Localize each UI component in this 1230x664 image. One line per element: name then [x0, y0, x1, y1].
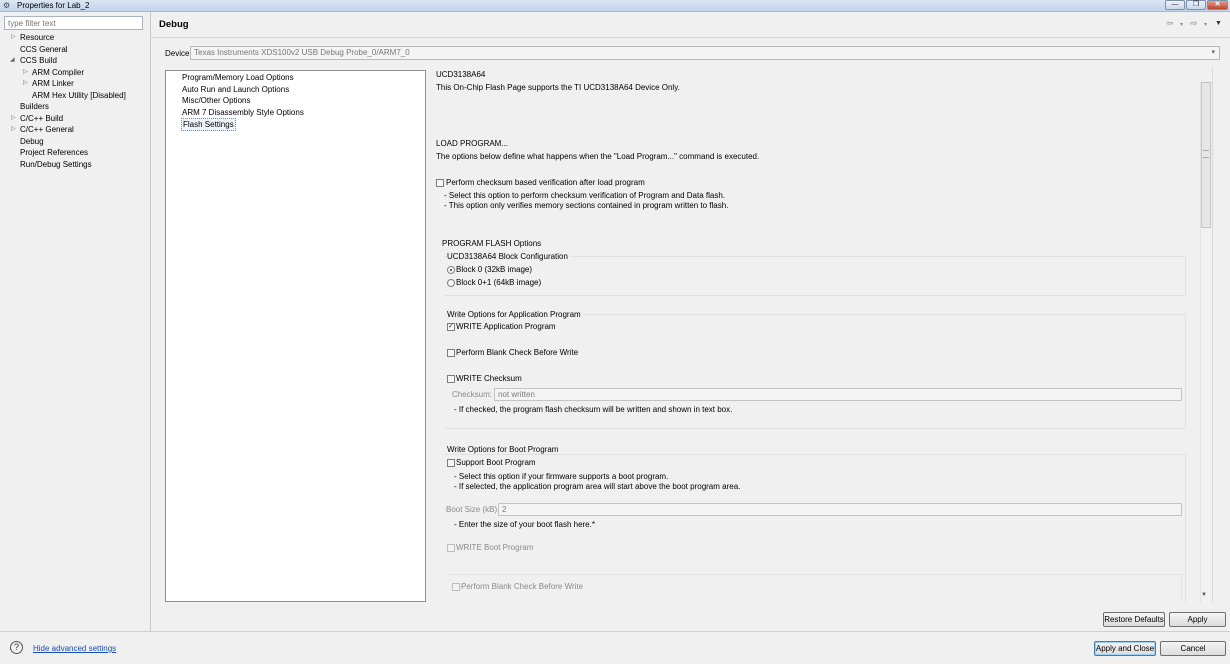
footer-separator [0, 631, 1230, 632]
category-misc-other[interactable]: Misc/Other Options [181, 95, 251, 106]
tree-item-arm-compiler[interactable]: ARM Compiler [32, 67, 84, 78]
apply-and-close-button[interactable]: Apply and Close [1094, 641, 1156, 656]
tree-item-arm-hex-utility[interactable]: ARM Hex Utility [Disabled] [32, 90, 126, 101]
apply-button[interactable]: Apply [1169, 612, 1226, 627]
tree-item-cpp-general[interactable]: C/C++ General [20, 124, 74, 135]
back-dropdown-icon[interactable]: ▾ [1180, 20, 1183, 30]
debug-category-list: Program/Memory Load Options Auto Run and… [165, 70, 426, 602]
write-boot-label: WRITE Boot Program [456, 543, 534, 552]
blank-check-boot-label: Perform Blank Check Before Write [461, 582, 584, 591]
expand-arrow-icon[interactable]: ▷ [23, 67, 28, 78]
block0-radio[interactable] [447, 266, 455, 274]
support-boot-label: Support Boot Program [456, 458, 536, 467]
support-boot-note: - If selected, the application program a… [454, 482, 741, 491]
flash-settings-panel: UCD3138A64 This On-Chip Flash Page suppo… [430, 68, 1212, 603]
category-arm7-disassembly[interactable]: ARM 7 Disassembly Style Options [181, 107, 305, 118]
blank-check-app-checkbox[interactable] [447, 349, 455, 357]
category-flash-settings[interactable]: Flash Settings [181, 118, 236, 131]
minimize-button[interactable]: — [1165, 0, 1185, 10]
help-icon[interactable]: ? [10, 641, 23, 654]
checksum-note: - If checked, the program flash checksum… [454, 405, 733, 414]
header-separator [151, 37, 1230, 38]
tree-item-run-debug-settings[interactable]: Run/Debug Settings [20, 159, 92, 170]
filter-input[interactable] [4, 16, 143, 30]
page-title: Debug [159, 19, 189, 30]
boot-size-note: - Enter the size of your boot flash here… [454, 520, 595, 529]
block01-radio[interactable] [447, 279, 455, 287]
blank-check-boot-checkbox[interactable] [452, 583, 460, 591]
boot-write-title: Write Options for Boot Program [447, 445, 559, 454]
close-window-button[interactable]: ✕ [1207, 0, 1228, 10]
write-boot-checkbox[interactable] [447, 544, 455, 552]
category-auto-run-launch[interactable]: Auto Run and Launch Options [181, 84, 290, 95]
tree-item-debug[interactable]: Debug [20, 136, 44, 147]
expand-arrow-icon[interactable]: ▷ [11, 124, 16, 135]
block-config-group [444, 256, 1186, 296]
block-config-title: UCD3138A64 Block Configuration [447, 252, 570, 262]
pane-divider[interactable] [150, 12, 151, 631]
checksum-verify-note: - This option only verifies memory secti… [444, 201, 729, 210]
tree-item-arm-linker[interactable]: ARM Linker [32, 78, 74, 89]
tree-item-ccs-general[interactable]: CCS General [20, 44, 68, 55]
collapse-arrow-icon[interactable]: ◢ [10, 55, 15, 66]
device-description: This On-Chip Flash Page supports the TI … [436, 83, 680, 92]
window-title: Properties for Lab_2 [17, 1, 90, 10]
expand-arrow-icon[interactable]: ▷ [23, 78, 28, 89]
app-write-title: Write Options for Application Program [447, 310, 583, 320]
hide-advanced-settings-link[interactable]: Hide advanced settings [33, 644, 116, 653]
support-boot-note: - Select this option if your firmware su… [454, 472, 669, 481]
load-program-description: The options below define what happens wh… [436, 152, 760, 161]
tree-item-resource[interactable]: Resource [20, 32, 54, 43]
checksum-field[interactable]: not written [494, 388, 1182, 401]
view-menu-icon[interactable]: ▼ [1215, 19, 1222, 29]
boot-size-label: Boot Size (kB): [446, 505, 500, 514]
maximize-button[interactable]: ❐ [1186, 0, 1206, 10]
content-border [1212, 68, 1213, 603]
back-arrow-icon[interactable]: ⇦ [1166, 18, 1174, 28]
tree-item-ccs-build[interactable]: CCS Build [20, 55, 57, 66]
scroll-down-arrow-icon[interactable]: ▼ [1201, 592, 1207, 598]
chevron-down-icon: ▾ [1211, 49, 1215, 56]
checksum-verify-label: Perform checksum based verification afte… [446, 178, 645, 187]
cancel-button[interactable]: Cancel [1160, 641, 1226, 656]
property-tree: ▷ Resource CCS General ◢ CCS Build ▷ ARM… [0, 32, 150, 630]
device-value: Texas Instruments XDS100v2 USB Debug Pro… [194, 48, 410, 57]
write-app-label: WRITE Application Program [456, 322, 556, 331]
device-label: Device [165, 49, 190, 58]
category-program-memory-load[interactable]: Program/Memory Load Options [181, 72, 295, 83]
checksum-verify-checkbox[interactable] [436, 179, 444, 187]
boot-size-field[interactable]: 2 [498, 503, 1182, 516]
restore-defaults-button[interactable]: Restore Defaults [1103, 612, 1165, 627]
forward-arrow-icon[interactable]: ⇨ [1190, 18, 1198, 28]
device-name-heading: UCD3138A64 [436, 70, 486, 79]
write-app-checkbox[interactable]: ✓ [447, 323, 455, 331]
device-select[interactable]: Texas Instruments XDS100v2 USB Debug Pro… [190, 46, 1220, 60]
program-flash-options-heading: PROGRAM FLASH Options [442, 239, 542, 248]
forward-dropdown-icon[interactable]: ▾ [1204, 20, 1207, 30]
checksum-verify-note: - Select this option to perform checksum… [444, 191, 726, 200]
checksum-field-label: Checksum: [452, 390, 493, 399]
expand-arrow-icon[interactable]: ▷ [11, 113, 16, 124]
block0-label: Block 0 (32kB image) [456, 265, 533, 274]
load-program-heading: LOAD PROGRAM... [436, 139, 509, 148]
write-checksum-checkbox[interactable] [447, 375, 455, 383]
blank-check-app-label: Perform Blank Check Before Write [456, 348, 579, 357]
tree-item-project-references[interactable]: Project References [20, 147, 88, 158]
expand-arrow-icon[interactable]: ▷ [11, 32, 16, 43]
window-gear-icon: ⚙ [3, 1, 11, 10]
tree-item-cpp-build[interactable]: C/C++ Build [20, 113, 63, 124]
write-checksum-label: WRITE Checksum [456, 374, 522, 383]
title-bar: ⚙ Properties for Lab_2 [0, 0, 1230, 12]
block01-label: Block 0+1 (64kB image) [456, 278, 542, 287]
tree-item-builders[interactable]: Builders [20, 101, 49, 112]
scrollbar-grip-icon [1203, 150, 1209, 158]
support-boot-checkbox[interactable] [447, 459, 455, 467]
